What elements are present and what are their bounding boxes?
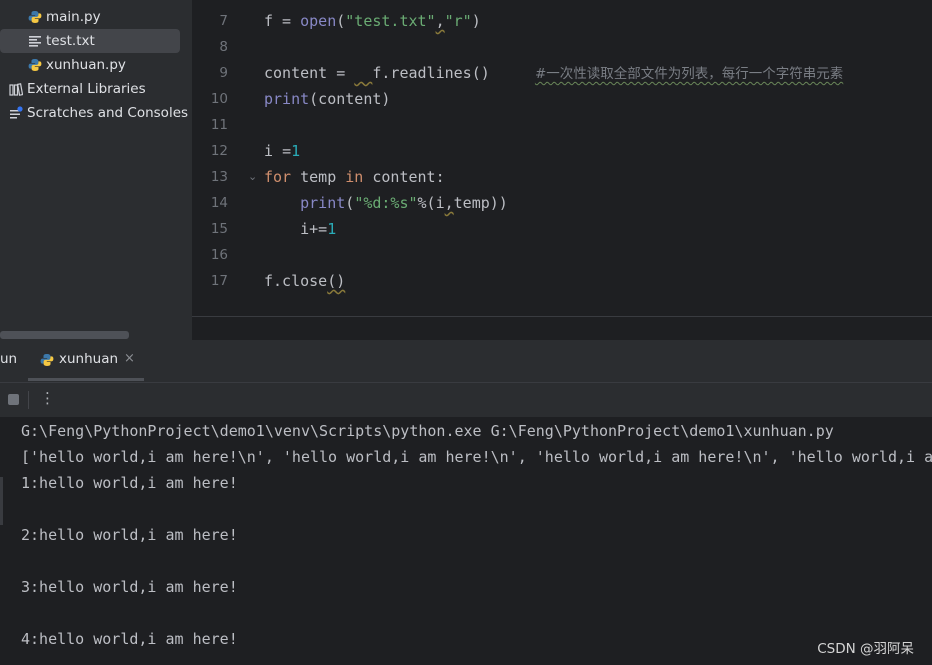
python-file-icon [28, 59, 42, 71]
fold-chevron-icon[interactable]: ⌄ [248, 164, 257, 190]
line-number: 8 [219, 39, 228, 55]
tool-window-title: un [0, 351, 18, 367]
code-token: "%d:%s" [354, 194, 418, 212]
line-number: 12 [210, 143, 228, 159]
python-file-icon [28, 11, 42, 23]
code-token: "test.txt" [345, 12, 436, 30]
code-token: ( [336, 12, 346, 30]
toolbar-separator [28, 391, 29, 409]
sidebar-horizontal-scrollbar[interactable] [0, 331, 129, 339]
code-token: () [327, 272, 346, 290]
code-token: f.close [264, 272, 328, 290]
code-line-10: print(content) [264, 86, 390, 112]
editor-empty-area [192, 317, 932, 340]
tree-item-test-txt[interactable]: test.txt [0, 29, 192, 53]
project-tree: main.py test.txt xunhuan.py External Lib… [0, 0, 192, 340]
code-token: 1 [327, 220, 337, 238]
tree-item-scratches[interactable]: Scratches and Consoles [0, 101, 192, 125]
code-comment: #一次性读取全部文件为列表，每行一个字符串元素 [534, 66, 844, 82]
run-tool-window-header: un xunhuan × [0, 340, 932, 382]
code-token: , [435, 12, 445, 30]
code-token: i [264, 142, 283, 160]
code-token: (content) [309, 90, 391, 108]
code-token: = [327, 64, 355, 82]
code-token: temp)) [453, 194, 508, 212]
console-line: 2:hello world,i am here! [21, 526, 238, 544]
console-gutter-marker [0, 477, 3, 525]
tree-item-label: xunhuan.py [46, 57, 126, 73]
code-line-7: f = open("test.txt","r") [264, 8, 481, 34]
more-options-icon[interactable]: ⋮ [40, 389, 55, 407]
line-number: 17 [210, 273, 228, 289]
tree-item-label: main.py [46, 9, 101, 25]
tree-item-main-py[interactable]: main.py [0, 5, 192, 29]
console-line: G:\Feng\PythonProject\demo1\venv\Scripts… [21, 422, 834, 440]
code-token: f [264, 12, 274, 30]
python-file-icon [40, 354, 54, 366]
code-line-15: i+=1 [264, 216, 336, 242]
tree-item-label: Scratches and Consoles [27, 105, 189, 121]
code-token: print [264, 90, 310, 108]
console-line: ['hello world,i am here!\n', 'hello worl… [21, 448, 932, 466]
console-output[interactable]: G:\Feng\PythonProject\demo1\venv\Scripts… [0, 417, 932, 665]
line-number: 16 [210, 247, 228, 263]
line-number: 11 [210, 117, 228, 133]
code-token: content [264, 64, 328, 82]
run-tab-xunhuan[interactable]: xunhuan × [38, 340, 144, 382]
line-number: 14 [210, 195, 228, 211]
watermark: CSDN @羽阿呆 [817, 641, 914, 657]
code-token: %(i [417, 194, 445, 212]
tree-item-label: External Libraries [27, 81, 146, 97]
code-line-13: for temp in content: [264, 164, 445, 190]
code-line-17: f.close() [264, 268, 345, 294]
scratches-icon [10, 106, 23, 119]
code-line-12: i =1 [264, 138, 300, 164]
console-line: 1:hello world,i am here! [21, 474, 238, 492]
code-editor[interactable]: 7 8 9 10 11 12 13 14 15 16 17 ⌄ f = open… [192, 0, 932, 317]
code-token: ) [471, 12, 481, 30]
console-line: 3:hello world,i am here! [21, 578, 238, 596]
code-token: content: [363, 168, 445, 186]
code-line-14: print("%d:%s"%(i,temp)) [264, 190, 508, 216]
active-tab-indicator [28, 378, 144, 381]
code-token: for [264, 168, 292, 186]
code-line-9: content = f.readlines() #一次性读取全部文件为列表，每行… [264, 60, 843, 87]
code-token: print [300, 194, 346, 212]
code-token: ( [345, 194, 355, 212]
code-token: in [345, 168, 364, 186]
library-icon [9, 83, 23, 96]
code-token: f.readlines() [372, 64, 490, 82]
run-tab-label: xunhuan [59, 351, 119, 367]
tree-item-external-libraries[interactable]: External Libraries [0, 77, 192, 101]
line-number: 10 [210, 91, 228, 107]
code-token: 1 [291, 142, 301, 160]
line-number: 13 [210, 169, 228, 185]
close-tab-icon[interactable]: × [124, 351, 135, 366]
tree-item-xunhuan-py[interactable]: xunhuan.py [0, 53, 192, 77]
code-token: open [300, 12, 337, 30]
run-toolbar: ⋮ [0, 382, 932, 418]
code-token: "r" [444, 12, 472, 30]
code-token: i+= [300, 220, 328, 238]
line-number: 15 [210, 221, 228, 237]
code-token: = [282, 142, 292, 160]
code-token: = [273, 12, 301, 30]
line-number: 9 [219, 65, 228, 81]
stop-icon[interactable] [8, 394, 19, 405]
tree-item-label: test.txt [46, 33, 95, 49]
code-token: temp [291, 168, 346, 186]
code-token: , [444, 194, 454, 212]
text-file-icon [29, 36, 41, 47]
console-line: 4:hello world,i am here! [21, 630, 238, 648]
line-number: 7 [219, 13, 228, 29]
